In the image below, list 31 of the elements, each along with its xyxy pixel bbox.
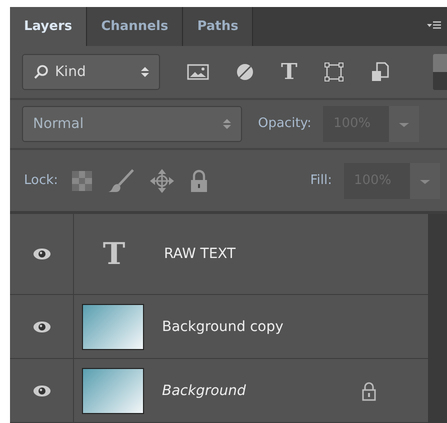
up-down-arrows-icon <box>141 66 149 78</box>
eye-icon[interactable] <box>32 320 50 332</box>
scrollbar[interactable] <box>428 214 447 423</box>
smart-object-filter-icon[interactable] <box>371 62 390 82</box>
eye-icon[interactable] <box>32 384 50 396</box>
layer-name[interactable]: RAW TEXT <box>164 246 236 262</box>
panel-tab[interactable]: Layers <box>10 7 88 46</box>
brush-icon[interactable] <box>108 168 134 193</box>
fill-label: Fill: <box>310 173 332 188</box>
panel-menu-icon[interactable] <box>427 21 441 32</box>
panel-tab[interactable]: Paths <box>183 7 254 46</box>
up-down-arrows-icon <box>223 118 231 130</box>
panel-tab[interactable]: Channels <box>87 7 184 46</box>
blend-mode-dropdown[interactable]: Normal <box>22 106 242 142</box>
lock-label: Lock: <box>24 173 58 188</box>
eye-icon[interactable] <box>32 248 50 260</box>
move-icon[interactable] <box>150 168 174 193</box>
layer-thumbnail <box>82 368 144 414</box>
filter-toggle-switch[interactable] <box>433 54 447 90</box>
search-icon <box>33 64 49 80</box>
lock-icon[interactable] <box>190 168 208 193</box>
type-filter-icon[interactable]: T <box>281 60 298 83</box>
layer-name[interactable]: Background <box>162 382 246 398</box>
image-filter-icon[interactable] <box>187 64 209 80</box>
filter-type-dropdown[interactable]: Kind <box>22 54 160 90</box>
shape-filter-icon[interactable] <box>324 62 344 82</box>
layer-thumbnail <box>82 304 144 350</box>
layer-name[interactable]: Background copy <box>162 318 284 334</box>
opacity-label: Opacity: <box>258 116 312 132</box>
text-layer-icon: T <box>82 236 146 272</box>
adjustment-filter-icon[interactable] <box>236 62 254 81</box>
